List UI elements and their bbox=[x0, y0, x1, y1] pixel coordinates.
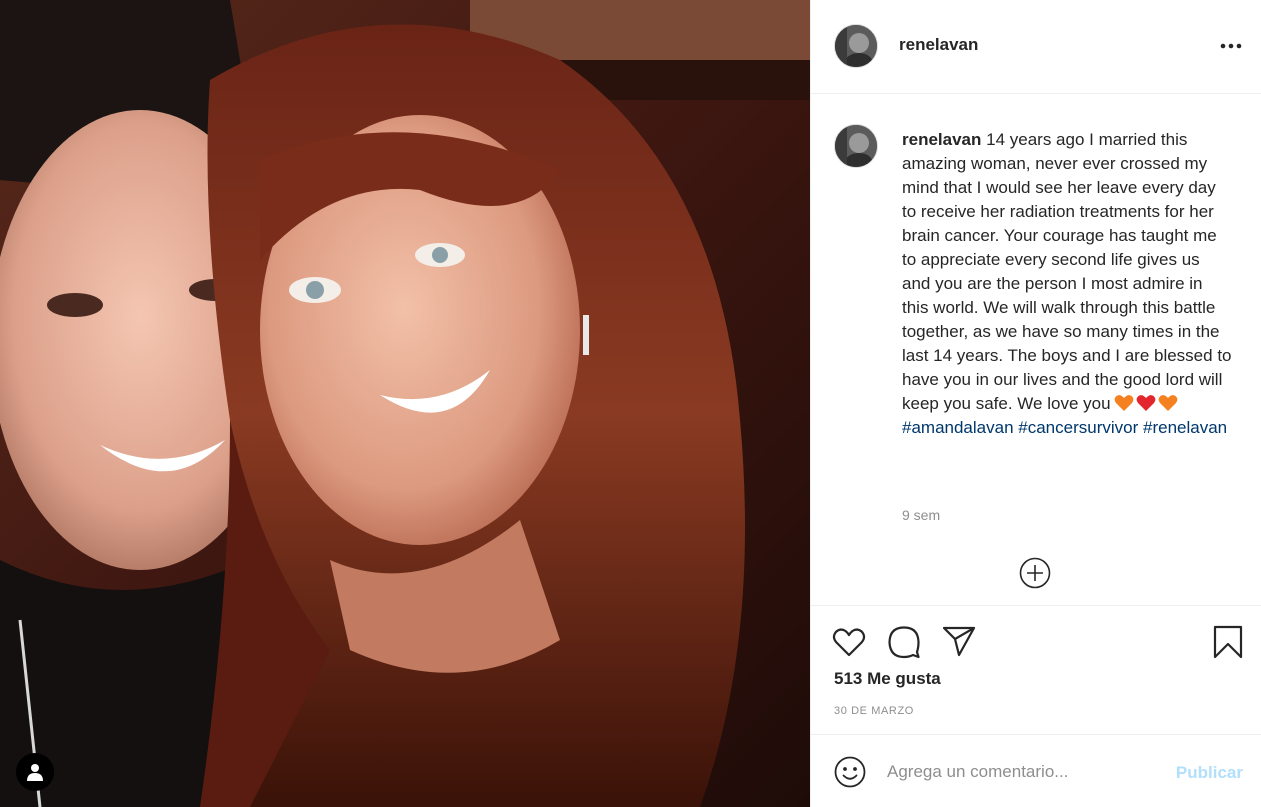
comment-input[interactable] bbox=[887, 759, 1157, 785]
bookmark-icon bbox=[1213, 625, 1243, 659]
couple-photo-image bbox=[0, 0, 810, 807]
post-side-panel: renelavan renelavan 14 years ago I marri… bbox=[810, 0, 1261, 807]
share-button[interactable] bbox=[941, 624, 977, 660]
profile-picture bbox=[835, 125, 877, 167]
comment-button[interactable] bbox=[886, 624, 922, 660]
profile-picture bbox=[835, 25, 877, 67]
like-button[interactable] bbox=[831, 624, 867, 660]
post-photo[interactable] bbox=[0, 0, 810, 807]
post-caption: renelavan 14 years ago I married this am… bbox=[902, 128, 1232, 440]
comments-section: renelavan 14 years ago I married this am… bbox=[811, 94, 1261, 606]
heart-icon bbox=[832, 628, 866, 657]
load-more-comments-button[interactable] bbox=[1018, 556, 1052, 590]
hashtag-link[interactable]: #cancersurvivor bbox=[1018, 418, 1138, 437]
plus-circle-icon bbox=[1019, 557, 1051, 589]
header-username[interactable]: renelavan bbox=[899, 35, 978, 55]
post-actions: 513 Me gusta 30 DE MARZO bbox=[811, 606, 1261, 734]
comment-bubble-icon bbox=[888, 626, 920, 659]
emoji-button[interactable] bbox=[833, 755, 867, 789]
caption-time-ago[interactable]: 9 sem bbox=[902, 507, 940, 523]
user-tag-icon bbox=[27, 764, 43, 781]
red-heart-emoji bbox=[1136, 395, 1155, 411]
caption-avatar[interactable] bbox=[834, 124, 878, 168]
tag-user-button[interactable] bbox=[16, 753, 54, 791]
header-avatar[interactable] bbox=[834, 24, 878, 68]
publish-button[interactable]: Publicar bbox=[1176, 763, 1243, 783]
post-header: renelavan bbox=[811, 0, 1261, 94]
paper-plane-icon bbox=[942, 626, 976, 657]
caption-text: 14 years ago I married this amazing woma… bbox=[902, 130, 1232, 413]
hashtag-link[interactable]: #amandalavan bbox=[902, 418, 1014, 437]
orange-heart-emoji bbox=[1114, 395, 1133, 411]
likes-count[interactable]: 513 Me gusta bbox=[834, 669, 941, 689]
more-options-icon bbox=[1220, 43, 1242, 49]
add-comment-bar: Publicar bbox=[811, 734, 1261, 807]
hashtag-link[interactable]: #renelavan bbox=[1143, 418, 1227, 437]
caption-username[interactable]: renelavan bbox=[902, 130, 981, 149]
orange-heart-emoji bbox=[1158, 395, 1177, 411]
post-date[interactable]: 30 DE MARZO bbox=[834, 705, 914, 717]
save-button[interactable] bbox=[1210, 624, 1246, 660]
caption-emojis bbox=[1114, 394, 1178, 412]
more-options-button[interactable] bbox=[1216, 34, 1246, 58]
emoji-smiley-icon bbox=[834, 756, 866, 788]
